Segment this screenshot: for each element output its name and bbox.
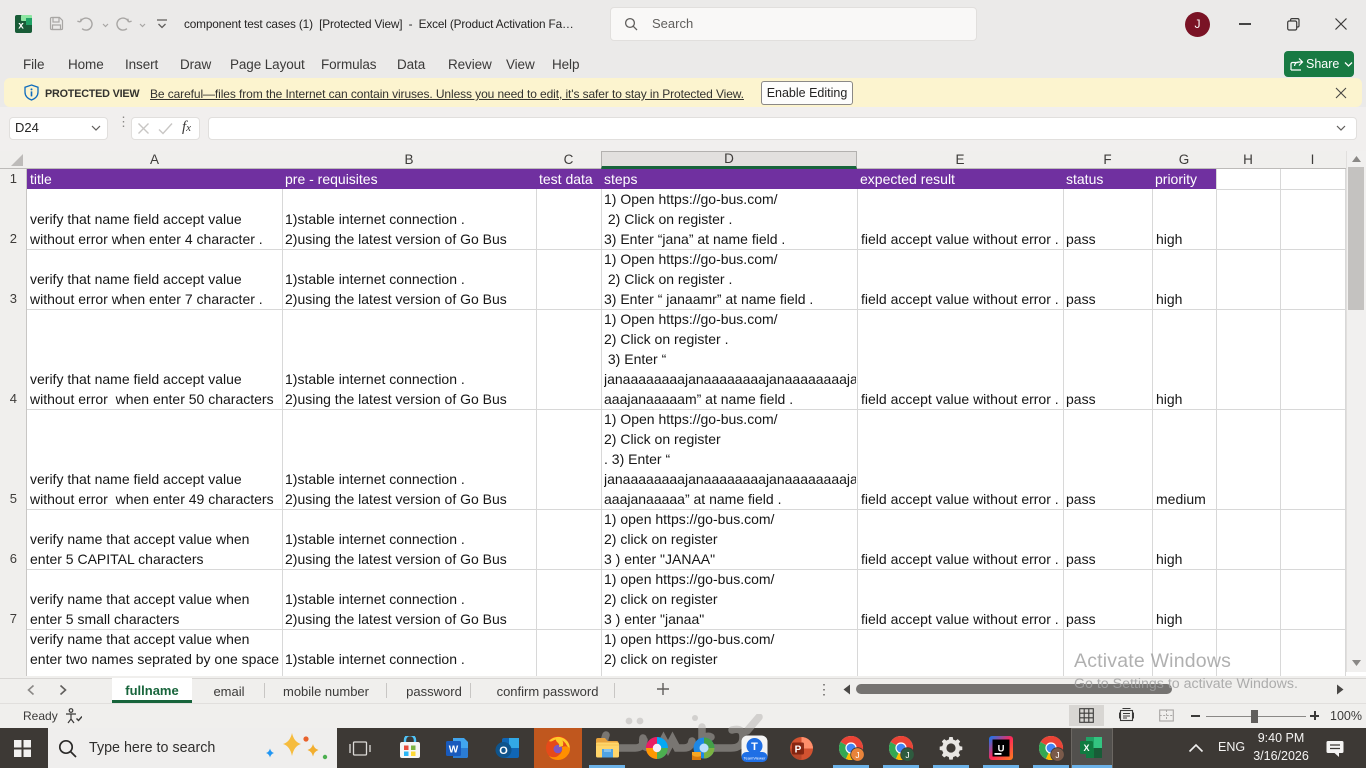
svg-text:U: U bbox=[998, 744, 1005, 755]
svg-text:J: J bbox=[1055, 750, 1059, 760]
svg-text:J: J bbox=[905, 750, 909, 760]
svg-text:J: J bbox=[855, 750, 859, 760]
svg-text:x: x bbox=[18, 21, 24, 32]
svg-text:X: X bbox=[1083, 743, 1089, 753]
svg-text:T: T bbox=[751, 741, 758, 753]
svg-text:P: P bbox=[795, 745, 802, 756]
svg-text:TeamViewer: TeamViewer bbox=[744, 756, 767, 761]
svg-text:W: W bbox=[449, 745, 459, 756]
svg-text:O: O bbox=[499, 745, 508, 757]
